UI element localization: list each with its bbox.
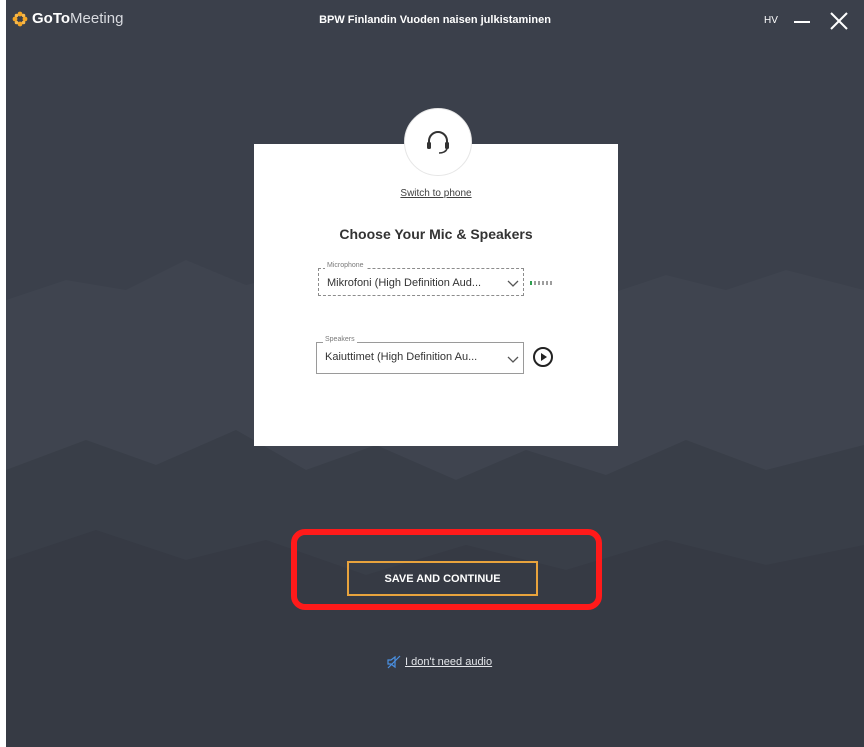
no-audio-link[interactable]: I don't need audio <box>387 655 492 669</box>
headset-badge <box>404 108 472 176</box>
speakers-select[interactable]: Speakers Kaiuttimet (High Definition Au.… <box>316 336 524 374</box>
no-audio-label: I don't need audio <box>405 656 493 668</box>
audio-setup-card: Switch to phone Choose Your Mic & Speake… <box>254 144 618 446</box>
title-bar: GoToMeeting BPW Finlandin Vuoden naisen … <box>6 0 864 44</box>
save-and-continue-button[interactable]: SAVE AND CONTINUE <box>347 561 538 596</box>
mic-level-icon <box>530 281 552 285</box>
microphone-select[interactable]: Microphone Mikrofoni (High Definition Au… <box>318 262 524 296</box>
microphone-label: Microphone <box>325 262 366 269</box>
microphone-value: Mikrofoni (High Definition Aud... <box>327 277 482 289</box>
user-initials[interactable]: HV <box>764 15 778 26</box>
chevron-down-icon <box>507 356 519 363</box>
headset-icon <box>427 131 449 154</box>
close-icon[interactable] <box>826 8 852 34</box>
speakers-label: Speakers <box>323 336 357 343</box>
minimize-icon[interactable] <box>792 12 812 32</box>
card-heading: Choose Your Mic & Speakers <box>339 226 533 242</box>
app-window: GoToMeeting BPW Finlandin Vuoden naisen … <box>6 0 864 747</box>
play-icon[interactable] <box>532 346 554 368</box>
switch-to-phone-link[interactable]: Switch to phone <box>254 188 618 199</box>
window-title: BPW Finlandin Vuoden naisen julkistamine… <box>319 14 551 26</box>
chevron-down-icon <box>507 280 519 287</box>
speaker-muted-icon <box>387 655 401 669</box>
speakers-value: Kaiuttimet (High Definition Au... <box>325 351 478 363</box>
